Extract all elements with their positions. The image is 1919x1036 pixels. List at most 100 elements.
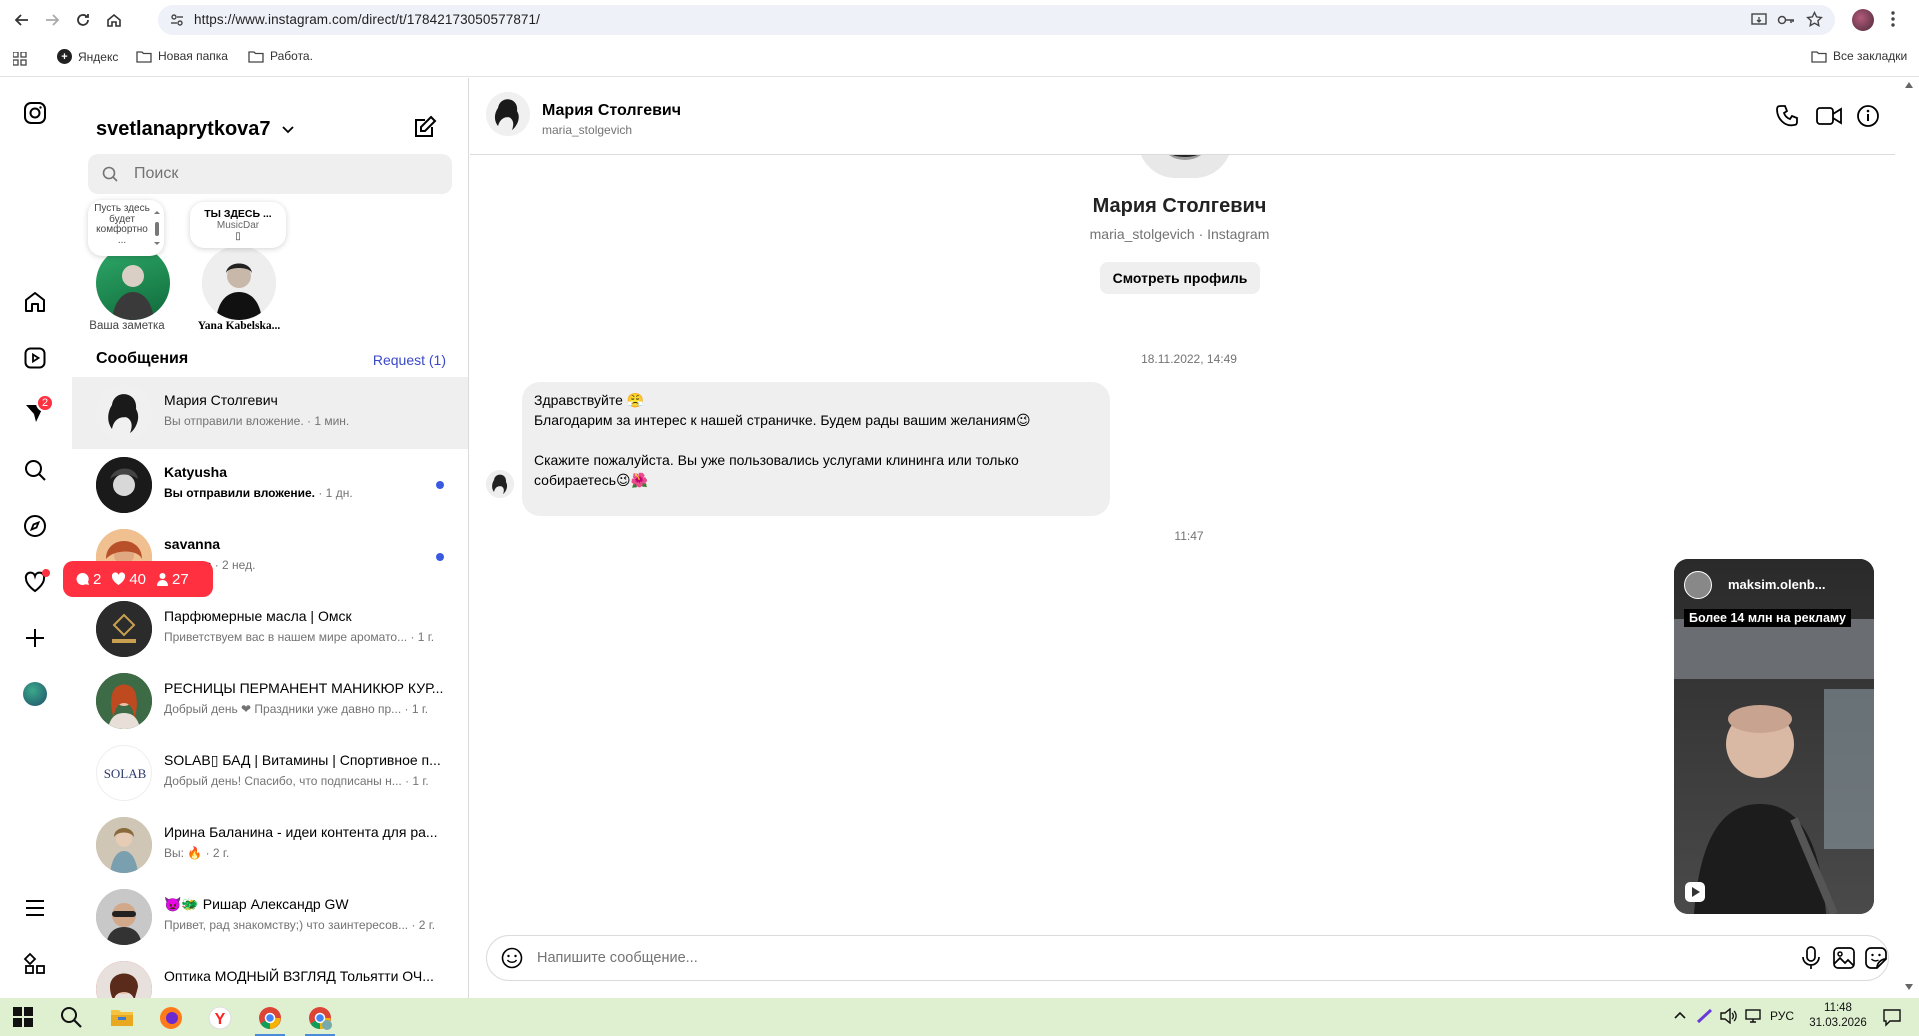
yana-note-avatar[interactable]	[202, 246, 276, 320]
site-info-icon[interactable]	[170, 13, 184, 27]
reel-author: maksim.olenb...	[1728, 577, 1826, 592]
avatar: SOLAB	[96, 745, 152, 801]
activity-summary-pill[interactable]: 2 40 27	[63, 561, 213, 597]
search-box[interactable]	[88, 154, 452, 194]
messages-heading: Сообщения	[96, 350, 189, 367]
explore-compass-icon[interactable]	[20, 511, 50, 541]
unread-dot	[436, 481, 444, 489]
file-explorer-icon[interactable]	[110, 1006, 134, 1030]
conversation-item[interactable]: SOLAB SOLAB▯ БАД | Витамины | Спортивное…	[72, 737, 468, 809]
network-icon[interactable]	[1744, 1008, 1762, 1024]
my-note-bubble[interactable]: Пусть здесь будет комфортно ...	[88, 200, 164, 256]
search-input[interactable]	[134, 154, 434, 194]
chat-title[interactable]: Мария Столгевич	[542, 102, 681, 120]
avatar	[96, 385, 152, 441]
svg-text:SOLAB: SOLAB	[104, 766, 147, 781]
instagram-logo-icon[interactable]	[20, 98, 50, 128]
avatar	[96, 457, 152, 513]
all-bookmarks[interactable]: Все закладки	[1811, 49, 1907, 63]
yana-note-bubble[interactable]: ТЫ ЗДЕСЬ ... MusicDar ▯	[190, 202, 286, 248]
forward-icon[interactable]	[40, 8, 64, 32]
request-link[interactable]: Request (1)	[373, 352, 446, 368]
bookmark-star-icon[interactable]	[1806, 11, 1823, 28]
apps-grid-icon[interactable]	[13, 52, 27, 66]
bookmark-new-folder[interactable]: Новая папка	[136, 49, 228, 63]
incoming-message[interactable]: Здравствуйте 😤 Благодарим за интерес к н…	[522, 382, 1110, 516]
chat-header: Мария Столгевич maria_stolgevich	[470, 78, 1905, 155]
conversation-item[interactable]: Парфюмерные масла | Омск Приветствуем ва…	[72, 593, 468, 665]
conversation-item[interactable]: Ирина Баланина - идеи контента для ра...…	[72, 809, 468, 881]
chat-avatar[interactable]	[486, 92, 530, 136]
tray-chevron-up-icon[interactable]	[1674, 1011, 1686, 1019]
comments-count: 2	[75, 571, 101, 588]
search-icon[interactable]	[60, 1006, 84, 1030]
yana-note-label: Yana Kabelska...	[197, 320, 281, 332]
yandex-browser-icon[interactable]: Y	[208, 1006, 232, 1030]
password-key-icon[interactable]	[1777, 12, 1795, 28]
home-icon[interactable]	[20, 287, 50, 317]
search-icon	[102, 166, 118, 182]
home-icon[interactable]	[102, 8, 126, 32]
message-input[interactable]	[537, 936, 1737, 980]
bookmarks-bar: + Яндекс Новая папка Работа. Все закладк…	[0, 40, 1919, 77]
view-profile-button[interactable]: Смотреть профиль	[1100, 262, 1260, 294]
apps-icon[interactable]	[20, 949, 50, 979]
profile-avatar[interactable]	[1852, 9, 1874, 31]
conversation-item[interactable]: РЕСНИЦЫ ПЕРМАНЕНТ МАНИКЮР КУР... Добрый …	[72, 665, 468, 737]
clock[interactable]: 11:48 31.03.2026	[1808, 1001, 1868, 1031]
profile-avatar-icon[interactable]	[20, 679, 50, 709]
more-menu-icon[interactable]	[20, 893, 50, 923]
red-dot	[42, 569, 50, 577]
firefox-icon[interactable]	[159, 1006, 183, 1030]
note-scrollbar[interactable]	[153, 209, 160, 245]
messages-icon[interactable]: 2	[20, 394, 54, 428]
install-app-icon[interactable]	[1751, 12, 1767, 28]
conversation-info-icon[interactable]	[1856, 104, 1880, 128]
shared-reel[interactable]: maksim.olenb... Более 14 млн на рекламу	[1674, 559, 1874, 914]
volume-icon[interactable]	[1720, 1008, 1738, 1024]
conversation-item[interactable]: Мария Столгевич Вы отправили вложение. ·…	[72, 377, 468, 449]
emoji-icon[interactable]	[501, 947, 523, 969]
video-call-icon[interactable]	[1816, 105, 1842, 127]
address-bar[interactable]: https://www.instagram.com/direct/t/17842…	[158, 5, 1835, 35]
avatar	[96, 601, 152, 657]
create-plus-icon[interactable]	[20, 623, 50, 653]
sender-avatar[interactable]	[486, 470, 514, 498]
chat-panel: Мария Столгевич maria_stolgevich · Insta…	[470, 78, 1905, 998]
comment-icon	[76, 572, 89, 585]
bookmark-yandex[interactable]: + Яндекс	[57, 49, 118, 64]
sticker-icon[interactable]	[1865, 947, 1887, 969]
timestamp: 11:47	[1174, 529, 1204, 543]
my-note-avatar[interactable]	[96, 246, 170, 320]
conversation-item[interactable]: Katyusha Вы отправили вложение. · 1 дн.	[72, 449, 468, 521]
reel-author-avatar	[1684, 571, 1712, 599]
windows-start-icon[interactable]	[12, 1006, 36, 1030]
reload-icon[interactable]	[71, 8, 95, 32]
gallery-icon[interactable]	[1833, 947, 1855, 969]
reel-play-icon	[1684, 881, 1706, 903]
conversation-item[interactable]: 👿🐲 Ришар Александр GW Привет, рад знаком…	[72, 881, 468, 953]
new-message-icon[interactable]	[412, 114, 438, 140]
microphone-icon[interactable]	[1801, 946, 1821, 970]
language-indicator[interactable]: РУС	[1770, 1009, 1794, 1023]
conversation-item[interactable]: Оптика МОДНЫЙ ВЗГЛЯД Тольятти ОЧ...	[72, 953, 468, 998]
phone-call-icon[interactable]	[1776, 104, 1800, 128]
bookmark-work[interactable]: Работа.	[248, 49, 313, 63]
menu-dots-icon[interactable]	[1890, 10, 1896, 28]
message-composer	[486, 935, 1889, 981]
chrome-icon[interactable]	[255, 1006, 285, 1036]
notifications-icon[interactable]	[1882, 1007, 1902, 1027]
reels-icon[interactable]	[20, 343, 50, 373]
url-text: https://www.instagram.com/direct/t/17842…	[194, 12, 541, 27]
profile-name: Мария Столгевич	[1092, 195, 1267, 217]
avatar	[96, 673, 152, 729]
account-switcher[interactable]: svetlanaprytkova7	[96, 118, 294, 141]
browser-toolbar: https://www.instagram.com/direct/t/17842…	[0, 0, 1919, 40]
notifications-heart-icon[interactable]	[20, 567, 50, 597]
conversation-list-panel: svetlanaprytkova7 Пусть здесь будет комф…	[72, 78, 469, 998]
pen-icon[interactable]	[1696, 1008, 1714, 1024]
back-icon[interactable]	[10, 8, 34, 32]
avatar	[96, 817, 152, 873]
search-icon[interactable]	[20, 455, 50, 485]
chrome-profile-icon[interactable]	[305, 1006, 335, 1036]
